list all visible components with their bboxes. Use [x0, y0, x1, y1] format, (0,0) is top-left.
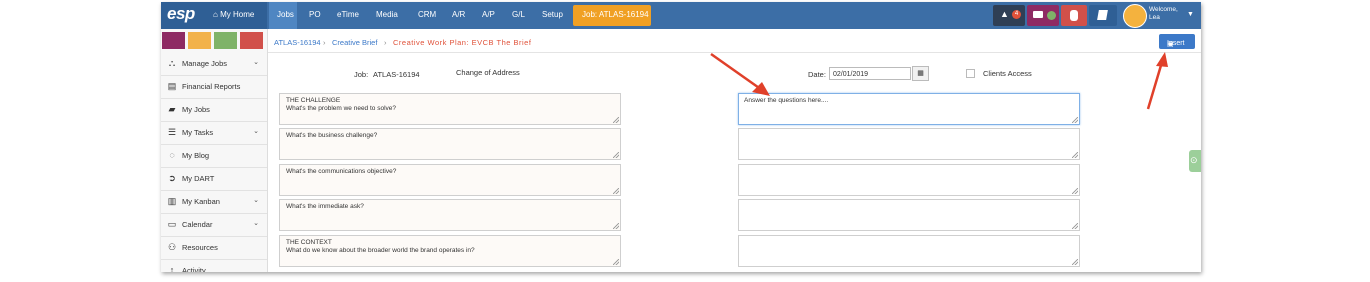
annotation-arrow-insert: [1146, 61, 1164, 110]
annotation-arrows: [710, 52, 1168, 110]
annotation-arrowhead-insert: [1156, 52, 1168, 67]
annotation-arrow-answer: [710, 52, 763, 92]
